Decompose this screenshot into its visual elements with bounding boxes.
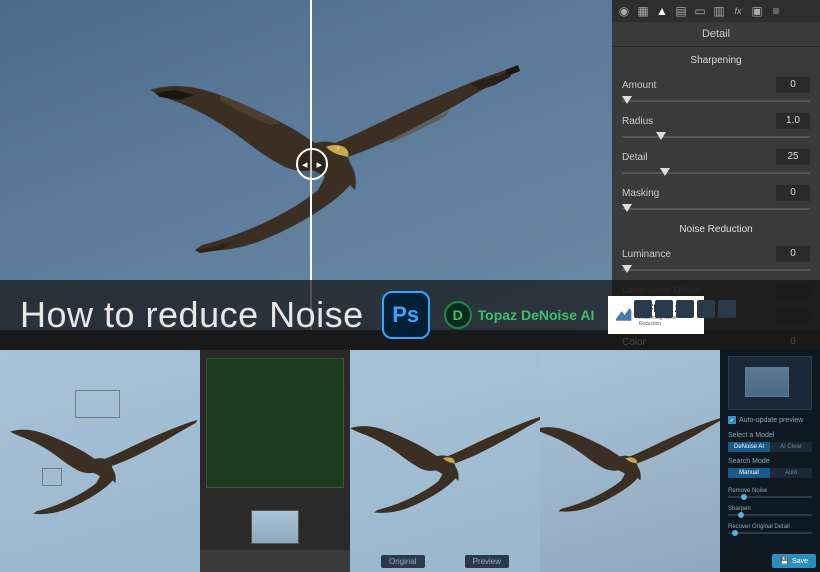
dfine-nav-preview[interactable] [251, 510, 299, 544]
detail-slider[interactable] [622, 170, 810, 176]
calib-icon[interactable]: ▣ [749, 3, 765, 19]
hsl-icon[interactable]: ▤ [673, 3, 689, 19]
detail-tab-icon[interactable]: ▲ [654, 3, 670, 19]
radius-value[interactable]: 1.0 [776, 113, 810, 129]
preview-thumb-1 [0, 350, 200, 572]
masking-row: Masking 0 [612, 180, 820, 206]
save-button[interactable]: 💾 Save [772, 554, 816, 568]
bottom-previews: Original Preview Auto-update preview Sel… [0, 350, 820, 572]
search-label: Search Mode [728, 458, 770, 465]
banner-title: How to reduce Noise [20, 294, 364, 336]
topaz-logo-icon: D [444, 301, 472, 329]
auto-update-check[interactable]: Auto-update preview [728, 416, 803, 424]
detail-label: Detail [622, 152, 712, 163]
radius-slider[interactable] [622, 134, 810, 140]
sharpen-slider[interactable]: Sharpen [728, 506, 812, 516]
model-buttons: DeNoise AI AI Clear [728, 442, 812, 452]
radius-label: Radius [622, 116, 712, 127]
denoise-panel: Auto-update preview Select a Model DeNoi… [720, 350, 820, 572]
auto-button[interactable]: Auto [770, 468, 812, 478]
preview-thumb-4 [540, 350, 720, 572]
presets-icon[interactable]: ≡ [768, 3, 784, 19]
preview-thumb-3: Original Preview [350, 350, 540, 572]
fx-icon[interactable]: fx [730, 3, 746, 19]
photoshop-icon: Ps [382, 291, 430, 339]
tool-icon[interactable] [655, 300, 673, 318]
radius-row: Radius 1.0 [612, 108, 820, 134]
split-icon[interactable]: ▭ [692, 3, 708, 19]
aperture-icon[interactable]: ◉ [616, 3, 632, 19]
panel-tab-bar: ◉ ▦ ▲ ▤ ▭ ▥ fx ▣ ≡ [612, 0, 820, 22]
comparison-handle[interactable] [296, 148, 328, 180]
bottom-bar [200, 550, 350, 572]
nav-preview [728, 356, 812, 410]
selection-box[interactable] [75, 390, 120, 418]
mode-buttons: Manual Auto [728, 468, 812, 478]
detail-row: Detail 25 [612, 144, 820, 170]
luminance-label: Luminance [622, 249, 712, 260]
amount-slider[interactable] [622, 98, 810, 104]
compare-buttons: Original Preview [350, 555, 540, 568]
model-label: Select a Model [728, 432, 774, 439]
denoise-ai-button[interactable]: DeNoise AI [728, 442, 770, 452]
masking-slider[interactable] [622, 206, 810, 212]
ai-clear-button[interactable]: AI Clear [770, 442, 812, 452]
sharpening-heading: Sharpening [612, 47, 820, 72]
amount-value[interactable]: 0 [776, 77, 810, 93]
preview-thumb-2 [200, 350, 350, 572]
tool-icon[interactable] [718, 300, 736, 318]
noise-heading: Noise Reduction [612, 216, 820, 241]
toolbar-icons [634, 300, 736, 318]
lens-icon[interactable]: ▥ [711, 3, 727, 19]
amount-row: Amount 0 [612, 72, 820, 98]
masking-value[interactable]: 0 [776, 185, 810, 201]
original-button[interactable]: Original [381, 555, 425, 568]
bird-thumb [540, 405, 720, 520]
manual-button[interactable]: Manual [728, 468, 770, 478]
masking-label: Masking [622, 188, 712, 199]
crop-icon[interactable]: ▦ [635, 3, 651, 19]
topaz-text: Topaz DeNoise AI [478, 307, 595, 323]
bird-thumb [350, 405, 540, 520]
detail-value[interactable]: 25 [776, 149, 810, 165]
remove-noise-slider[interactable]: Remove Noise [728, 488, 812, 498]
selection-box[interactable] [42, 468, 62, 486]
panel-title: Detail [612, 22, 820, 47]
tool-icon[interactable] [634, 300, 652, 318]
amount-label: Amount [622, 80, 712, 91]
nav-rect[interactable] [745, 367, 789, 397]
bird-subject [140, 55, 520, 255]
luminance-slider[interactable] [622, 267, 810, 273]
topaz-badge: D Topaz DeNoise AI [444, 301, 595, 329]
bird-thumb [5, 410, 200, 520]
tool-icon[interactable] [697, 300, 715, 318]
dfine-logo-icon [614, 305, 633, 325]
tool-icon[interactable] [676, 300, 694, 318]
dfine-panel [206, 358, 344, 488]
preview-button[interactable]: Preview [465, 555, 509, 568]
luminance-row: Luminance 0 [612, 241, 820, 267]
luminance-value[interactable]: 0 [776, 246, 810, 262]
recover-slider[interactable]: Recover Original Detail [728, 524, 812, 534]
